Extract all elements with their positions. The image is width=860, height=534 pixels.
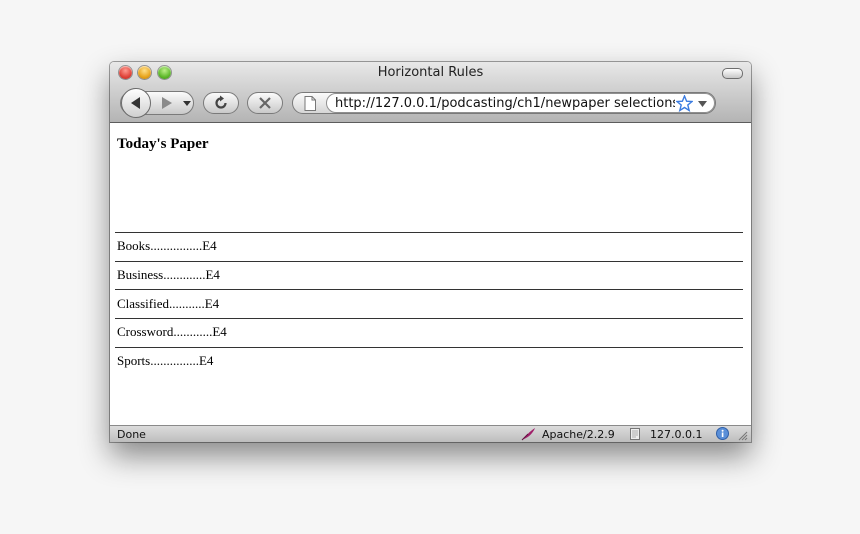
page-content: Today's Paper Books................E4 Bu… [110, 123, 751, 425]
url-field[interactable]: http://127.0.0.1/podcasting/ch1/newpaper… [326, 93, 715, 113]
info-icon[interactable] [716, 427, 729, 440]
resize-grip-icon[interactable] [737, 430, 748, 441]
url-text[interactable]: http://127.0.0.1/podcasting/ch1/newpaper… [335, 96, 675, 111]
toolbar: Horizontal Rules http://127.0.0.1/podcas… [110, 62, 751, 123]
forward-button[interactable] [159, 96, 175, 110]
page-heading: Today's Paper [117, 136, 209, 152]
server-text: Apache/2.2.9 [542, 428, 615, 441]
horizontal-rule [115, 289, 743, 290]
list-item: Sports...............E4 [117, 353, 214, 368]
horizontal-rule [115, 232, 743, 233]
list-item: Crossword............E4 [117, 324, 227, 339]
browser-window: Horizontal Rules http://127.0.0.1/podcas… [110, 62, 751, 442]
bookmark-star-icon[interactable] [676, 95, 693, 112]
horizontal-rule [115, 261, 743, 262]
reload-button[interactable] [203, 92, 239, 114]
toolbar-toggle-button[interactable] [722, 68, 743, 79]
chevron-down-icon[interactable] [698, 100, 707, 108]
history-dropdown-icon[interactable] [183, 99, 191, 107]
navigation-buttons [120, 88, 194, 118]
address-bar: http://127.0.0.1/podcasting/ch1/newpaper… [292, 92, 716, 114]
document-icon [630, 428, 640, 440]
status-text: Done [117, 428, 146, 441]
host-text: 127.0.0.1 [650, 428, 703, 441]
reload-icon [215, 95, 227, 109]
feather-icon [521, 428, 535, 441]
list-item: Business.............E4 [117, 267, 220, 282]
stop-icon [259, 97, 271, 109]
horizontal-rule [115, 318, 743, 319]
back-button[interactable] [121, 88, 151, 118]
status-bar: Done Apache/2.2.9 127.0.0.1 [110, 425, 751, 442]
page-icon [304, 96, 316, 111]
horizontal-rule [115, 347, 743, 348]
list-item: Classified...........E4 [117, 296, 220, 311]
window-title: Horizontal Rules [377, 65, 484, 80]
back-icon [131, 97, 140, 109]
stop-button[interactable] [247, 92, 283, 114]
list-item: Books................E4 [117, 238, 217, 253]
